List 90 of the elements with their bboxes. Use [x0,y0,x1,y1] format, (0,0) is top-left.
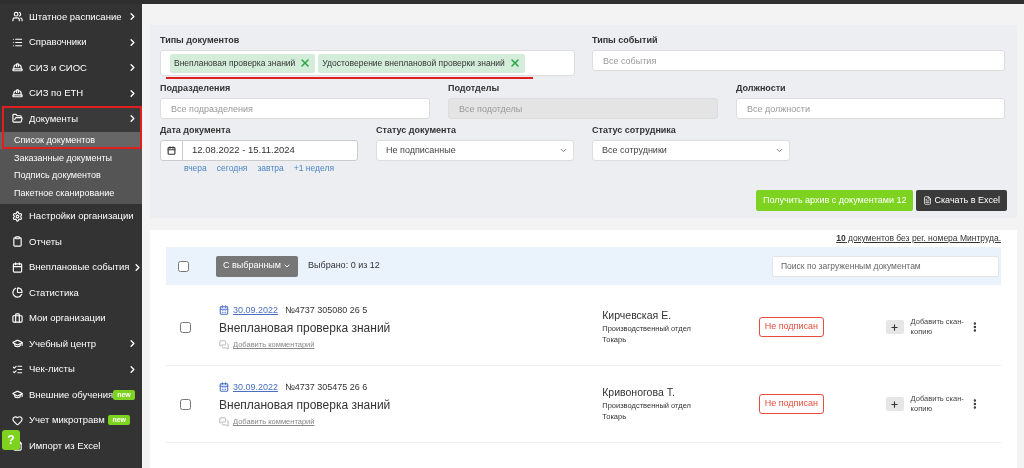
sidebar-item[interactable]: Настройки организации [29,203,152,229]
chevron-right-icon [127,113,138,124]
submenu-item[interactable]: Пакетное сканирование [0,184,142,202]
chevron-right-icon [127,87,138,99]
plus-icon [890,322,900,332]
sidebar-item[interactable]: Штатное расписание [29,4,142,30]
row-checkbox[interactable] [180,321,191,333]
sidebar-item[interactable]: Статистика [29,280,142,306]
field-label: Подотделы [448,83,501,94]
quick-date-link[interactable]: +1 неделя [293,163,335,174]
graduation-cap-icon [12,389,23,401]
text-field[interactable]: Все подразделения [160,98,430,119]
checklist-icon [12,363,23,375]
remove-icon[interactable] [299,57,312,69]
chevron-right-icon [127,363,138,375]
bulk-actions-button[interactable]: С выбранным [216,255,298,277]
chevron-right-icon [127,338,138,349]
list-icon [12,36,23,48]
field-label: Подразделения [160,83,232,94]
chevron-right-icon [127,62,138,73]
users-icon [12,11,23,23]
dropdown-select[interactable]: Все сотрудники [592,140,790,161]
document-title: Внеплановая проверка знаний [219,397,392,414]
remove-icon[interactable] [508,57,521,69]
file-icon [923,196,933,205]
graduation-cap-icon [12,338,23,350]
quick-date-link[interactable]: сегодня [216,163,248,174]
sidebar-item[interactable]: Справочники [29,29,142,55]
text-field[interactable]: Все события [592,50,1005,71]
quick-date-link[interactable]: вчера [184,163,207,174]
chevron-right-icon [127,11,138,22]
notice-link[interactable]: 10 документов без рег. номера Минтруда. [836,233,1001,244]
submenu-item[interactable]: Заказанные документы [0,149,142,167]
submenu-item[interactable]: Подпись документов [0,166,142,184]
date-link[interactable]: 30.09.2022 [233,303,279,318]
status-badge: Не подписан [758,317,824,337]
sidebar-item[interactable]: Внеплановые события [29,254,148,280]
employee-name: Кривоногова Т. [602,386,676,398]
excel-button[interactable]: Скачать в Excel [916,190,1007,211]
folder-icon [12,113,23,125]
field-label: Дата документа [160,125,232,136]
employee-name: Кирчевская Е. [602,309,673,321]
sidebar-item[interactable]: Чек-листы [29,356,142,382]
quick-date-link[interactable]: завтра [257,163,284,174]
date-link[interactable]: 30.09.2022 [233,380,279,395]
field-label: Типы событий [592,35,659,46]
field-label: Статус документа [376,125,457,136]
briefcase-icon [12,312,23,324]
sidebar-item[interactable]: Импорт из Excel [29,433,142,459]
sidebar-item[interactable]: Отчеты [29,229,142,255]
chevron-down-icon [775,146,784,155]
helmet-icon [12,62,23,74]
dropdown-select[interactable]: Не подписанные [376,140,574,161]
comments-icon [219,339,229,350]
chevron-down-icon [559,146,568,155]
select-all-checkbox[interactable] [178,260,189,272]
clipboard-icon [12,236,23,248]
calendar-icon [219,305,229,316]
settings-icon [12,210,23,222]
date-range-field[interactable]: 12.08.2022 - 15.11.2024 [160,140,358,161]
tag-chip[interactable]: Внеплановая проверка знаний [170,53,316,73]
sidebar-item[interactable]: Учебный центр [29,331,142,357]
chevron-right-icon [127,36,138,48]
field-label: Должности [736,83,787,94]
text-field[interactable]: Все должности [736,98,1005,119]
calendar-icon [167,146,176,155]
status-badge: Не подписан [758,394,824,414]
selected-count: Выбрано: 0 из 12 [308,259,380,273]
calendar-icon [12,261,23,273]
calendar-icon [219,382,229,393]
field-label: Типы документов [160,35,241,46]
search-field[interactable]: Поиск по загруженным документам [772,255,999,277]
caret-icon [283,262,291,270]
tag-chip[interactable]: Удостоверение внеплановой проверки знаний [318,53,525,73]
comments-icon [219,416,229,427]
heart-icon [12,414,23,426]
add-scan-button[interactable] [886,320,904,334]
plus-icon [890,399,900,409]
sidebar-item[interactable]: СИЗ и СИОС [29,55,142,81]
document-number: №4737 305475 26 6 [285,380,368,394]
sidebar-item[interactable]: СИЗ по ЕТН [29,80,142,106]
document-number: №4737 305080 26 5 [285,303,368,317]
row-checkbox[interactable] [180,398,191,410]
helmet-icon [12,87,23,99]
tags-field[interactable]: Внеплановая проверка знаний Удостоверение внеплановой проверки знаний [160,50,575,76]
field-label: Статус сотрудника [592,125,677,136]
sidebar-item[interactable]: Мои организации [29,305,142,331]
add-scan-button[interactable] [886,397,904,411]
document-title: Внеплановая проверка знаний [219,320,392,337]
pie-chart-icon [12,287,23,299]
